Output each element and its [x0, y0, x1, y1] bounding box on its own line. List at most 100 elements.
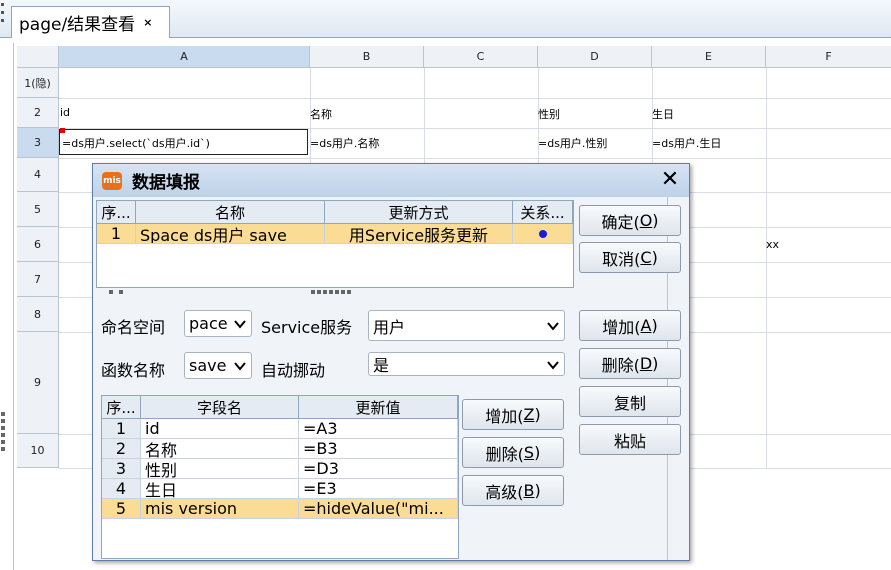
cell-e3[interactable]: =ds用户.生日	[652, 135, 721, 151]
chevron-down-icon	[547, 361, 559, 370]
column-header-name[interactable]: 名称	[136, 201, 325, 224]
namespace-select[interactable]: pace	[184, 310, 252, 337]
cell-e2[interactable]: 生日	[652, 106, 674, 122]
table-cell-value[interactable]: =hideValue("mi...	[299, 499, 458, 519]
close-icon[interactable]: ✕	[659, 168, 681, 192]
panel-grip[interactable]	[0, 3, 5, 29]
sheet-corner[interactable]	[17, 46, 59, 68]
namespace-value: pace	[189, 314, 228, 333]
cell-f6[interactable]: xx	[766, 238, 779, 251]
table-cell-seq[interactable]: 2	[102, 439, 141, 459]
function-select[interactable]: save	[184, 352, 252, 379]
ok-button[interactable]: 确定(O)	[579, 205, 681, 236]
column-header-a[interactable]: A	[59, 46, 310, 68]
table-cell-seq[interactable]: 1	[97, 224, 136, 244]
namespace-label: 命名空间	[101, 318, 166, 337]
table-cell-field[interactable]: id	[141, 419, 299, 439]
cell-b3[interactable]: =ds用户.名称	[310, 135, 379, 151]
delete-button-key: D	[639, 354, 653, 373]
column-header-seq[interactable]: 序...	[102, 396, 141, 419]
dialog-titlebar[interactable]: mis 数据填报 ✕	[93, 164, 689, 197]
column-header-field[interactable]: 字段名	[141, 396, 299, 419]
add-field-button-label: 增加(	[485, 406, 524, 426]
editor-tab-strip: page/结果查看 ×	[0, 0, 891, 38]
service-label: Service服务	[261, 318, 353, 337]
table-cell-field[interactable]: 生日	[141, 479, 299, 499]
row-header-10[interactable]: 10	[17, 434, 59, 468]
editor-tab[interactable]: page/结果查看 ×	[11, 6, 170, 38]
advanced-button[interactable]: 高级(B)	[462, 475, 564, 506]
column-header-seq[interactable]: 序...	[97, 201, 136, 224]
cell-a3[interactable]: =ds用户.select(`ds用户.id`)	[62, 135, 210, 151]
field-table[interactable]: 序... 字段名 更新值 1 id =A3 2 名称 =B3 3 性别 =D3 …	[101, 395, 459, 559]
column-header-b[interactable]: B	[310, 46, 424, 68]
submit-list-table[interactable]: 序... 名称 更新方式 关系... 1 Space ds用户 save 用Se…	[96, 200, 574, 288]
row-header-4[interactable]: 4	[17, 158, 59, 192]
row-header-5[interactable]: 5	[17, 192, 59, 227]
table-cell-value[interactable]: =D3	[299, 459, 458, 479]
ok-button-label: 确定(	[601, 212, 640, 232]
delete-field-button[interactable]: 删除(S)	[462, 437, 564, 468]
delete-button[interactable]: 删除(D)	[579, 348, 681, 379]
relation-dot-icon	[538, 229, 547, 238]
table-cell-seq[interactable]: 4	[102, 479, 141, 499]
column-header-value[interactable]: 更新值	[299, 396, 458, 419]
paste-button[interactable]: 粘贴	[579, 424, 681, 455]
cell-b2[interactable]: 名称	[310, 106, 332, 122]
row-header-3[interactable]: 3	[17, 128, 59, 158]
cell-d2[interactable]: 性别	[538, 106, 560, 122]
cancel-button-key: C	[640, 248, 652, 267]
collapse-grip[interactable]	[109, 290, 125, 294]
table-cell-field[interactable]: 名称	[141, 439, 299, 459]
add-button-key: A	[640, 316, 652, 335]
copy-button[interactable]: 复制	[579, 386, 681, 417]
cell-a2[interactable]: id	[60, 106, 70, 119]
add-button-label: 增加(	[602, 317, 641, 337]
auto-move-label: 自动挪动	[261, 361, 326, 380]
table-cell-seq[interactable]: 1	[102, 419, 141, 439]
grid-line	[59, 158, 891, 159]
table-cell-name[interactable]: Space ds用户 save	[136, 224, 325, 244]
editor-tab-title: page/结果查看	[19, 15, 136, 35]
table-cell-field[interactable]: mis version	[141, 499, 299, 519]
splitter-grip[interactable]	[311, 290, 353, 294]
advanced-button-label: 高级(	[485, 482, 524, 502]
table-cell-value[interactable]: =B3	[299, 439, 458, 459]
table-cell-value[interactable]: =A3	[299, 419, 458, 439]
table-cell-value[interactable]: =E3	[299, 479, 458, 499]
table-cell-field[interactable]: 性别	[141, 459, 299, 479]
function-label: 函数名称	[101, 361, 166, 380]
row-header-1[interactable]: 1(隐)	[17, 68, 59, 98]
cell-marker	[60, 128, 65, 133]
column-header-d[interactable]: D	[538, 46, 652, 68]
add-button[interactable]: 增加(A)	[579, 310, 681, 341]
row-header-9[interactable]: 9	[17, 332, 59, 434]
cell-d3[interactable]: =ds用户.性别	[538, 135, 607, 151]
auto-move-select[interactable]: 是	[368, 352, 565, 376]
row-header-2[interactable]: 2	[17, 98, 59, 128]
row-header-7[interactable]: 7	[17, 262, 59, 297]
chevron-down-icon	[234, 320, 246, 329]
side-grip[interactable]	[1, 412, 5, 454]
close-icon[interactable]: ×	[143, 16, 152, 29]
service-select[interactable]: 用户	[368, 310, 565, 341]
dialog-title: 数据填报	[132, 173, 200, 193]
row-header-6[interactable]: 6	[17, 227, 59, 262]
mis-logo-icon: mis	[102, 171, 122, 190]
table-cell-seq[interactable]: 5	[102, 499, 141, 519]
column-header-relation[interactable]: 关系...	[513, 201, 573, 224]
column-header-e[interactable]: E	[652, 46, 766, 68]
table-cell-relation[interactable]	[513, 224, 573, 244]
column-header-f[interactable]: F	[766, 46, 891, 68]
column-header-c[interactable]: C	[424, 46, 538, 68]
delete-field-button-key: S	[523, 443, 535, 462]
table-cell-method[interactable]: 用Service服务更新	[325, 224, 513, 244]
cancel-button[interactable]: 取消(C)	[579, 242, 681, 273]
data-entry-dialog: mis 数据填报 ✕ 序... 名称 更新方式 关系... 1 Space ds…	[92, 163, 690, 561]
row-header-8[interactable]: 8	[17, 297, 59, 332]
delete-button-label: 删除(	[601, 355, 640, 375]
delete-field-button-label: 删除(	[485, 444, 524, 464]
column-header-method[interactable]: 更新方式	[325, 201, 513, 224]
add-field-button[interactable]: 增加(Z)	[462, 399, 564, 430]
table-cell-seq[interactable]: 3	[102, 459, 141, 479]
